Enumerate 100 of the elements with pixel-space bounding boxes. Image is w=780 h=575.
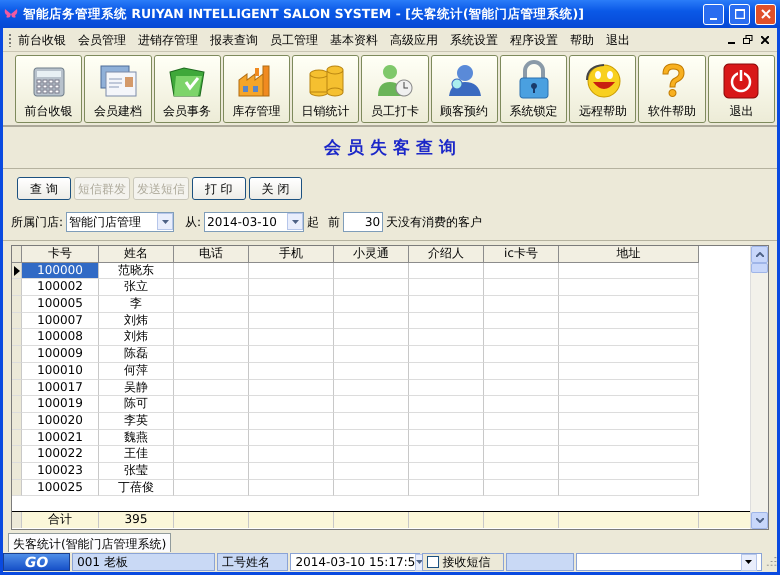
minimize-button[interactable] — [703, 4, 724, 24]
document-tab[interactable]: 失客统计(智能门店管理系统) — [8, 533, 172, 552]
column-header[interactable]: 卡号 — [22, 246, 99, 263]
days-field[interactable]: 30 — [343, 212, 384, 232]
maximize-button[interactable] — [729, 4, 750, 24]
table-cell: 陈磊 — [99, 346, 174, 363]
toolbar-button[interactable]: 前台收银 — [15, 55, 82, 123]
table-cell: 刘炜 — [99, 329, 174, 346]
scrollbar-thumb[interactable] — [751, 263, 768, 273]
total-label: 合计 — [22, 512, 99, 528]
column-header[interactable]: 小灵通 — [334, 246, 409, 263]
status-label: 工号姓名 — [216, 553, 288, 571]
scroll-up-button[interactable] — [751, 246, 768, 263]
table-cell: 100002 — [22, 279, 99, 296]
chevron-down-icon — [756, 518, 764, 523]
table-cell: 100017 — [22, 380, 99, 396]
date-dropdown[interactable]: 2014-03-10 — [204, 212, 304, 232]
table-cell: 魏燕 — [99, 430, 174, 446]
table-cell: 100023 — [22, 462, 99, 480]
table-cell: 王佳 — [99, 446, 174, 463]
table-cell: 李 — [99, 296, 174, 313]
toolbar-button[interactable]: 会员建档 — [84, 55, 152, 123]
status-panel — [506, 553, 574, 571]
minimize-icon — [710, 18, 717, 20]
grip-icon — [9, 32, 12, 46]
column-header[interactable]: ic卡号 — [484, 246, 559, 263]
table-cell: 100007 — [22, 312, 99, 330]
user-field: 001 老板 — [72, 553, 215, 571]
table-cell: 刘炜 — [99, 312, 174, 330]
close-button[interactable] — [755, 4, 776, 24]
total-value: 395 — [99, 512, 174, 528]
action-button[interactable]: 查 询 — [17, 177, 71, 200]
column-header[interactable]: 介绍人 — [409, 246, 484, 263]
row-header[interactable] — [12, 262, 22, 280]
window-title: 智能店务管理系统 RUIYAN INTELLIGENT SALON SYSTEM - [失客统计(智能门店管理系统)] — [23, 4, 585, 23]
table-cell: 丁蓓俊 — [99, 480, 174, 496]
row-header — [12, 246, 22, 263]
toolbar-button[interactable]: 日销统计 — [292, 55, 360, 123]
field-label: 起 — [307, 214, 320, 230]
close-icon[interactable] — [761, 36, 769, 44]
menu-item[interactable]: 帮助 — [564, 30, 600, 48]
field-label: 从: — [185, 214, 202, 230]
datetime-dropdown[interactable]: 2014-03-10 15:17:5 — [290, 553, 420, 571]
store-dropdown[interactable]: 智能门店管理 — [66, 212, 174, 232]
table-cell: 陈可 — [99, 396, 174, 413]
toolbar-button[interactable]: 退出 — [708, 55, 775, 123]
maximize-icon — [734, 9, 744, 19]
table-cell: 张莹 — [99, 462, 174, 480]
status-dropdown[interactable] — [576, 553, 762, 571]
menu-item[interactable]: 高级应用 — [384, 30, 444, 48]
menu-item[interactable]: 进销存管理 — [132, 30, 204, 48]
close-icon — [760, 9, 770, 19]
table-cell: 范晓东 — [99, 262, 174, 280]
toolbar-button[interactable]: 员工打卡 — [361, 55, 429, 123]
menu-item[interactable]: 会员管理 — [72, 30, 132, 48]
menu-item[interactable]: 报表查询 — [204, 30, 264, 48]
toolbar-button[interactable]: 软件帮助 — [638, 55, 706, 123]
page-heading: 会 员 失 客 查 询 — [324, 136, 456, 160]
sms-checkbox[interactable]: 接收短信 — [422, 553, 504, 571]
minimize-icon[interactable] — [728, 42, 735, 44]
toolbar-button[interactable]: 会员事务 — [154, 55, 221, 123]
column-header[interactable]: 手机 — [249, 246, 334, 263]
toolbar-button[interactable]: 远程帮助 — [569, 55, 636, 123]
toolbar-button[interactable]: 库存管理 — [222, 55, 290, 123]
menu-item[interactable]: 前台收银 — [12, 30, 72, 48]
dropdown-arrow-icon — [292, 220, 299, 224]
table-cell: 100025 — [22, 480, 99, 496]
column-header[interactable]: 电话 — [174, 246, 249, 263]
field-label: 所属门店: — [11, 214, 64, 230]
table-cell: 何萍 — [99, 362, 174, 380]
field-label: 前 — [328, 214, 340, 230]
action-button[interactable]: 打 印 — [192, 177, 246, 200]
table-cell: 100019 — [22, 396, 99, 413]
chevron-up-icon — [756, 252, 764, 257]
table-cell: 100021 — [22, 430, 99, 446]
menu-item[interactable]: 系统设置 — [444, 30, 504, 48]
table-cell: 100005 — [22, 296, 99, 313]
action-button[interactable]: 关 闭 — [248, 177, 302, 200]
table-cell: 100009 — [22, 346, 99, 363]
column-header[interactable]: 地址 — [559, 246, 699, 263]
scroll-down-button[interactable] — [751, 512, 768, 529]
dropdown-arrow-icon — [745, 560, 752, 564]
toolbar-button[interactable]: 顾客预约 — [430, 55, 498, 123]
dropdown-arrow-icon — [416, 560, 424, 564]
table-cell: 100022 — [22, 446, 99, 463]
restore-icon[interactable] — [743, 35, 753, 44]
table-cell: 吴静 — [99, 380, 174, 396]
table-cell: 100020 — [22, 412, 99, 430]
go-button[interactable]: GO — [3, 553, 70, 571]
butterfly-icon — [4, 8, 18, 20]
menu-item[interactable]: 程序设置 — [504, 30, 564, 48]
toolbar-button[interactable]: 系统锁定 — [500, 55, 568, 123]
table-cell: 100000 — [22, 262, 99, 280]
table-cell: 100010 — [22, 362, 99, 380]
menu-item[interactable]: 基本资料 — [324, 30, 384, 48]
menu-item[interactable]: 退出 — [600, 30, 636, 48]
table-cell: 张立 — [99, 279, 174, 296]
table-cell: 李英 — [99, 412, 174, 430]
column-header[interactable]: 姓名 — [99, 246, 174, 263]
menu-item[interactable]: 员工管理 — [264, 30, 324, 48]
